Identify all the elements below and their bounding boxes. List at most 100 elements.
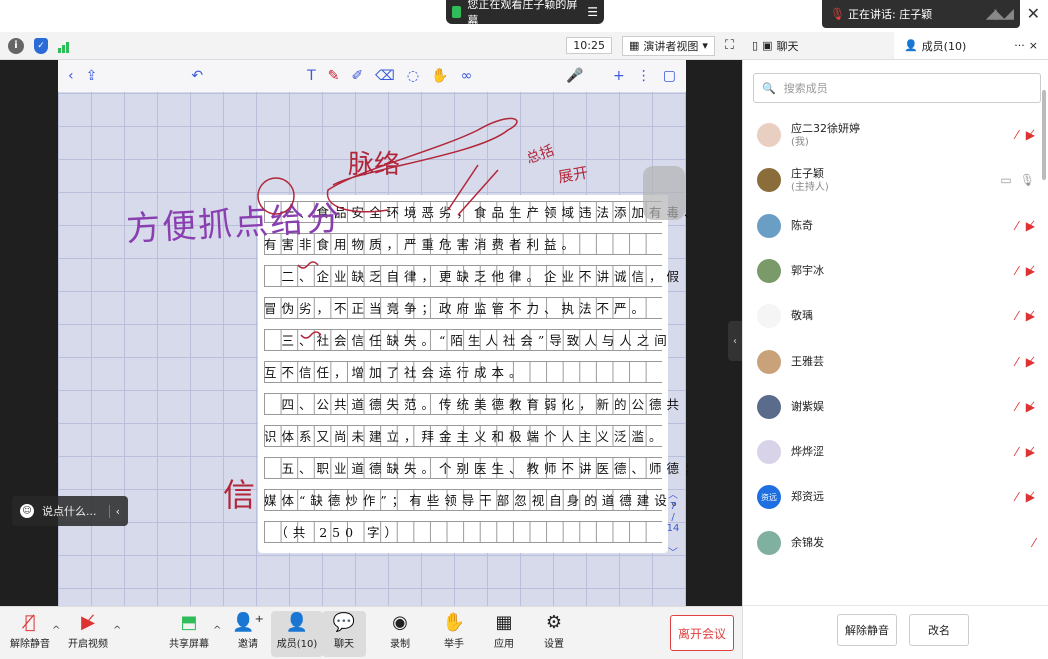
emoji-icon[interactable]: ☺ xyxy=(20,504,34,518)
settings-button[interactable]: ⚙ 设置 xyxy=(528,611,580,650)
list-item[interactable]: 敬瑀 ⁄ ▶̸ xyxy=(757,296,1043,336)
app-logo-icon: ◢◣◢ xyxy=(985,6,1014,22)
apps-icon: ▦ xyxy=(495,612,513,633)
member-name: 谢紫娱 xyxy=(791,399,824,413)
invite-button[interactable]: 👤⁺ 邀请 xyxy=(222,611,274,650)
apps-button[interactable]: ▦ 应用 xyxy=(478,611,530,650)
gear-icon: ⚙ xyxy=(545,612,563,633)
bottom-toolbar: 🎙̸ 解除静音 ^ ▶̸ 开启视频 ^ ⬒ 共享屏幕 ^ 👤⁺ 邀请 👤 成员(… xyxy=(0,606,742,659)
view-mode-button[interactable]: ▦ 演讲者视图 ▾ xyxy=(621,35,715,56)
member-status-icons: ⁄ ▶̸ xyxy=(1016,400,1035,414)
camera-off-icon: ▶̸ xyxy=(1025,445,1035,460)
chat-button[interactable]: 💬 聊天 xyxy=(322,611,366,657)
list-item[interactable]: 谢紫娱 ⁄ ▶̸ xyxy=(757,387,1043,427)
sharing-text: 您正在观看庄子颖的屏幕 xyxy=(467,0,578,27)
member-name: 庄子颖 xyxy=(791,166,824,180)
chevron-up-icon[interactable]: ^ xyxy=(113,625,121,636)
leave-meeting-button[interactable]: 离开会议 xyxy=(670,615,734,651)
members-button[interactable]: 👤 成员(10) xyxy=(271,611,323,657)
member-name: 郑资远 xyxy=(791,490,824,504)
search-icon: 🔍 xyxy=(762,81,776,95)
collapse-chevron-icon[interactable]: ‹ xyxy=(108,504,120,518)
member-info: 烨烨涩 xyxy=(791,445,824,459)
panel-collapse-handle[interactable]: ‹ xyxy=(728,321,742,361)
view-mode-label: 演讲者视图 xyxy=(643,39,699,53)
signal-icon[interactable] xyxy=(58,39,72,53)
member-name: 陈奇 xyxy=(791,218,813,232)
more-options-icon[interactable]: ··· xyxy=(1014,39,1025,52)
member-info: 应二32徐妍婷 (我) xyxy=(791,122,860,149)
start-video-button[interactable]: ▶̸ 开启视频 xyxy=(62,611,114,650)
menu-icon[interactable]: ☰ xyxy=(587,5,598,19)
camera-off-icon: ▶̸ xyxy=(1025,399,1035,414)
list-item[interactable]: 郭宇冰 ⁄ ▶̸ xyxy=(757,251,1043,291)
camera-off-icon: ▶̸ xyxy=(81,612,95,633)
member-status-icons: ⁄ ▶̸ xyxy=(1016,128,1035,142)
tab-members-label: 成员(10) xyxy=(921,39,967,53)
members-label: 成员(10) xyxy=(276,639,318,650)
rename-button[interactable]: 改名 xyxy=(909,614,969,646)
list-item[interactable]: 余锦发 ⁄ xyxy=(757,523,1043,563)
tab-chat[interactable]: ▯ ▣ 聊天 xyxy=(742,32,808,59)
mic-muted-icon: ⁄ xyxy=(1015,445,1018,460)
raise-hand-button[interactable]: ✋ 举手 xyxy=(428,611,480,650)
avatar: 资远 xyxy=(757,485,781,510)
member-status-icons: ⁄ xyxy=(1033,536,1035,550)
member-info: 郭宇冰 xyxy=(791,264,824,278)
camera-off-icon: ▶̸ xyxy=(1025,309,1035,324)
apps-label: 应用 xyxy=(494,639,514,650)
unmute-all-button[interactable]: 解除静音 xyxy=(837,614,897,646)
unmute-label: 解除静音 xyxy=(10,639,50,650)
member-info: 敬瑀 xyxy=(791,309,813,323)
member-search-input[interactable]: 🔍 搜索成员 xyxy=(753,73,1041,103)
member-status-icons: ⁄ ▶̸ xyxy=(1016,490,1035,504)
list-item[interactable]: 资远 郑资远 ⁄ ▶̸ xyxy=(757,477,1043,517)
avatar xyxy=(757,394,781,419)
chat-label: 聊天 xyxy=(334,639,354,650)
tab-members[interactable]: 👤 成员(10) ··· × xyxy=(893,32,1048,59)
member-status-icons: ⁄ ▶̸ xyxy=(1016,219,1035,233)
grid-icon: ▦ xyxy=(628,39,640,52)
mic-muted-icon: ⁄ xyxy=(1015,399,1018,414)
list-item[interactable]: 应二32徐妍婷 (我) ⁄ ▶̸ xyxy=(757,115,1043,155)
member-status-icons: ▭ 🎙 xyxy=(1000,173,1035,187)
camera-off-icon: ▶̸ xyxy=(1025,490,1035,505)
chevron-up-icon[interactable]: ^ xyxy=(52,625,60,636)
search-placeholder: 搜索成员 xyxy=(783,82,828,95)
shield-icon[interactable]: ✓ xyxy=(34,37,48,54)
record-label: 录制 xyxy=(390,639,410,650)
member-info: 余锦发 xyxy=(791,536,824,550)
floating-chat-input[interactable]: ☺ 说点什么... ‹ xyxy=(12,496,128,526)
hand-icon: ✋ xyxy=(442,612,466,633)
list-item[interactable]: 王雅芸 ⁄ ▶̸ xyxy=(757,342,1043,382)
avatar xyxy=(757,349,781,374)
members-icon: 👤 xyxy=(285,612,309,633)
notes-app: ‹ ⇪ ↶ T ✎ ✐ ⌫ ◌ ✋ ∞ 🎤 + ⋮ ▢ 一、食品安全环境恶劣，食… xyxy=(58,60,697,606)
unmute-button[interactable]: 🎙̸ 解除静音 xyxy=(4,611,56,650)
list-item[interactable]: 烨烨涩 ⁄ ▶̸ xyxy=(757,432,1043,472)
avatar xyxy=(757,168,781,193)
fullscreen-icon[interactable]: ⛶ xyxy=(725,38,734,53)
speaking-indicator: 🎙 正在讲话: 庄子颖 ◢◣◢ xyxy=(822,0,1020,28)
info-icon[interactable]: i xyxy=(8,37,24,54)
close-panel-icon[interactable]: × xyxy=(1029,39,1038,52)
add-user-icon: 👤⁺ xyxy=(232,612,264,633)
record-button[interactable]: ◉ 录制 xyxy=(374,611,426,650)
members-panel: 🔍 搜索成员 应二32徐妍婷 (我) ⁄ ▶̸ 庄子颖 (主持人) ▭ 🎙 陈奇 ⁄ ▶̸ 郭宇冰 ⁄ ▶… xyxy=(742,60,1048,659)
chevron-up-icon[interactable]: ^ xyxy=(213,625,221,636)
list-item[interactable]: 庄子颖 (主持人) ▭ 🎙 xyxy=(757,160,1043,200)
ink-annotations xyxy=(257,117,518,339)
floating-assist-button[interactable] xyxy=(643,166,685,220)
camera-off-icon: ▶̸ xyxy=(1025,354,1035,369)
sharing-banner[interactable]: 您正在观看庄子颖的屏幕 ☰ xyxy=(446,0,604,27)
chat-bubble-icon: ▣ xyxy=(762,39,773,52)
member-info: 王雅芸 xyxy=(791,355,824,369)
shared-screen: ‹ ⇪ ↶ T ✎ ✐ ⌫ ◌ ✋ ∞ 🎤 + ⋮ ▢ 一、食品安全环境恶劣，食… xyxy=(0,60,742,606)
member-info: 陈奇 xyxy=(791,219,813,233)
camera-off-icon: ▶̸ xyxy=(1025,218,1035,233)
list-item[interactable]: 陈奇 ⁄ ▶̸ xyxy=(757,206,1043,246)
window-close-icon[interactable]: ✕ xyxy=(1027,4,1040,23)
mic-icon: 🎙 xyxy=(1019,173,1035,188)
chevron-down-icon: ▾ xyxy=(702,39,708,52)
share-screen-button[interactable]: ⬒ 共享屏幕 xyxy=(163,611,215,650)
